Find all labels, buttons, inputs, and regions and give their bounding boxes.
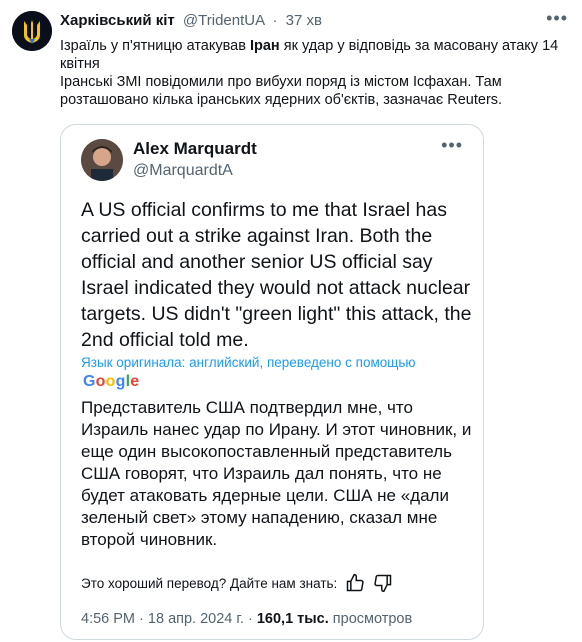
separator-dot: ·: [247, 611, 253, 627]
views-count: 160,1 тыс.: [256, 611, 329, 627]
views-label: просмотров: [332, 611, 413, 627]
author-name[interactable]: Харківський кіт: [60, 12, 175, 29]
more-horizontal-icon[interactable]: •••: [441, 135, 463, 156]
feedback-prompt: Это хороший перевод? Дайте нам знать:: [81, 575, 338, 591]
more-horizontal-icon[interactable]: •••: [546, 8, 568, 29]
quote-text: A US official confirms to me that Israel…: [81, 199, 472, 351]
quote-author-name[interactable]: Alex Marquardt: [133, 139, 257, 159]
separator-dot: ·: [272, 12, 278, 29]
translation-note[interactable]: Язык оригинала: английский, переведено с…: [81, 355, 416, 370]
thumbs-down-icon[interactable]: [373, 573, 393, 593]
author-handle[interactable]: @TridentUA: [183, 12, 264, 29]
thumbs-up-icon[interactable]: [345, 573, 365, 593]
quote-time[interactable]: 4:56 PM: [81, 611, 135, 627]
post-text-bold: Іран: [249, 38, 280, 54]
quote-author-handle[interactable]: @MarquardtA: [133, 162, 233, 180]
translation-feedback: Это хороший перевод? Дайте нам знать:: [81, 573, 393, 593]
quoted-post-card[interactable]: Alex Marquardt @MarquardtA ••• A US offi…: [60, 124, 484, 640]
quote-date[interactable]: 18 апр. 2024 г.: [148, 611, 244, 627]
google-logo: Google: [83, 373, 140, 390]
post-text: Ізраїль у п'ятницю атакував Іран як удар…: [60, 37, 572, 109]
post-meta: 4:56 PM · 18 апр. 2024 г. · 160,1 тыс. п…: [81, 611, 412, 627]
post-time[interactable]: 37 хв: [286, 12, 322, 29]
separator-dot: ·: [139, 611, 144, 627]
avatar[interactable]: [12, 11, 52, 51]
post-header: Харківський кіт @TridentUA · 37 хв: [60, 12, 322, 29]
post-text-part1: Ізраїль у п'ятницю атакував: [60, 38, 250, 54]
translated-text: Представитель США подтвердил мне, что Из…: [81, 398, 472, 549]
quote-avatar[interactable]: [81, 139, 123, 181]
post-text-line2: Іранські ЗМІ повідомили про вибухи поряд…: [60, 74, 503, 108]
